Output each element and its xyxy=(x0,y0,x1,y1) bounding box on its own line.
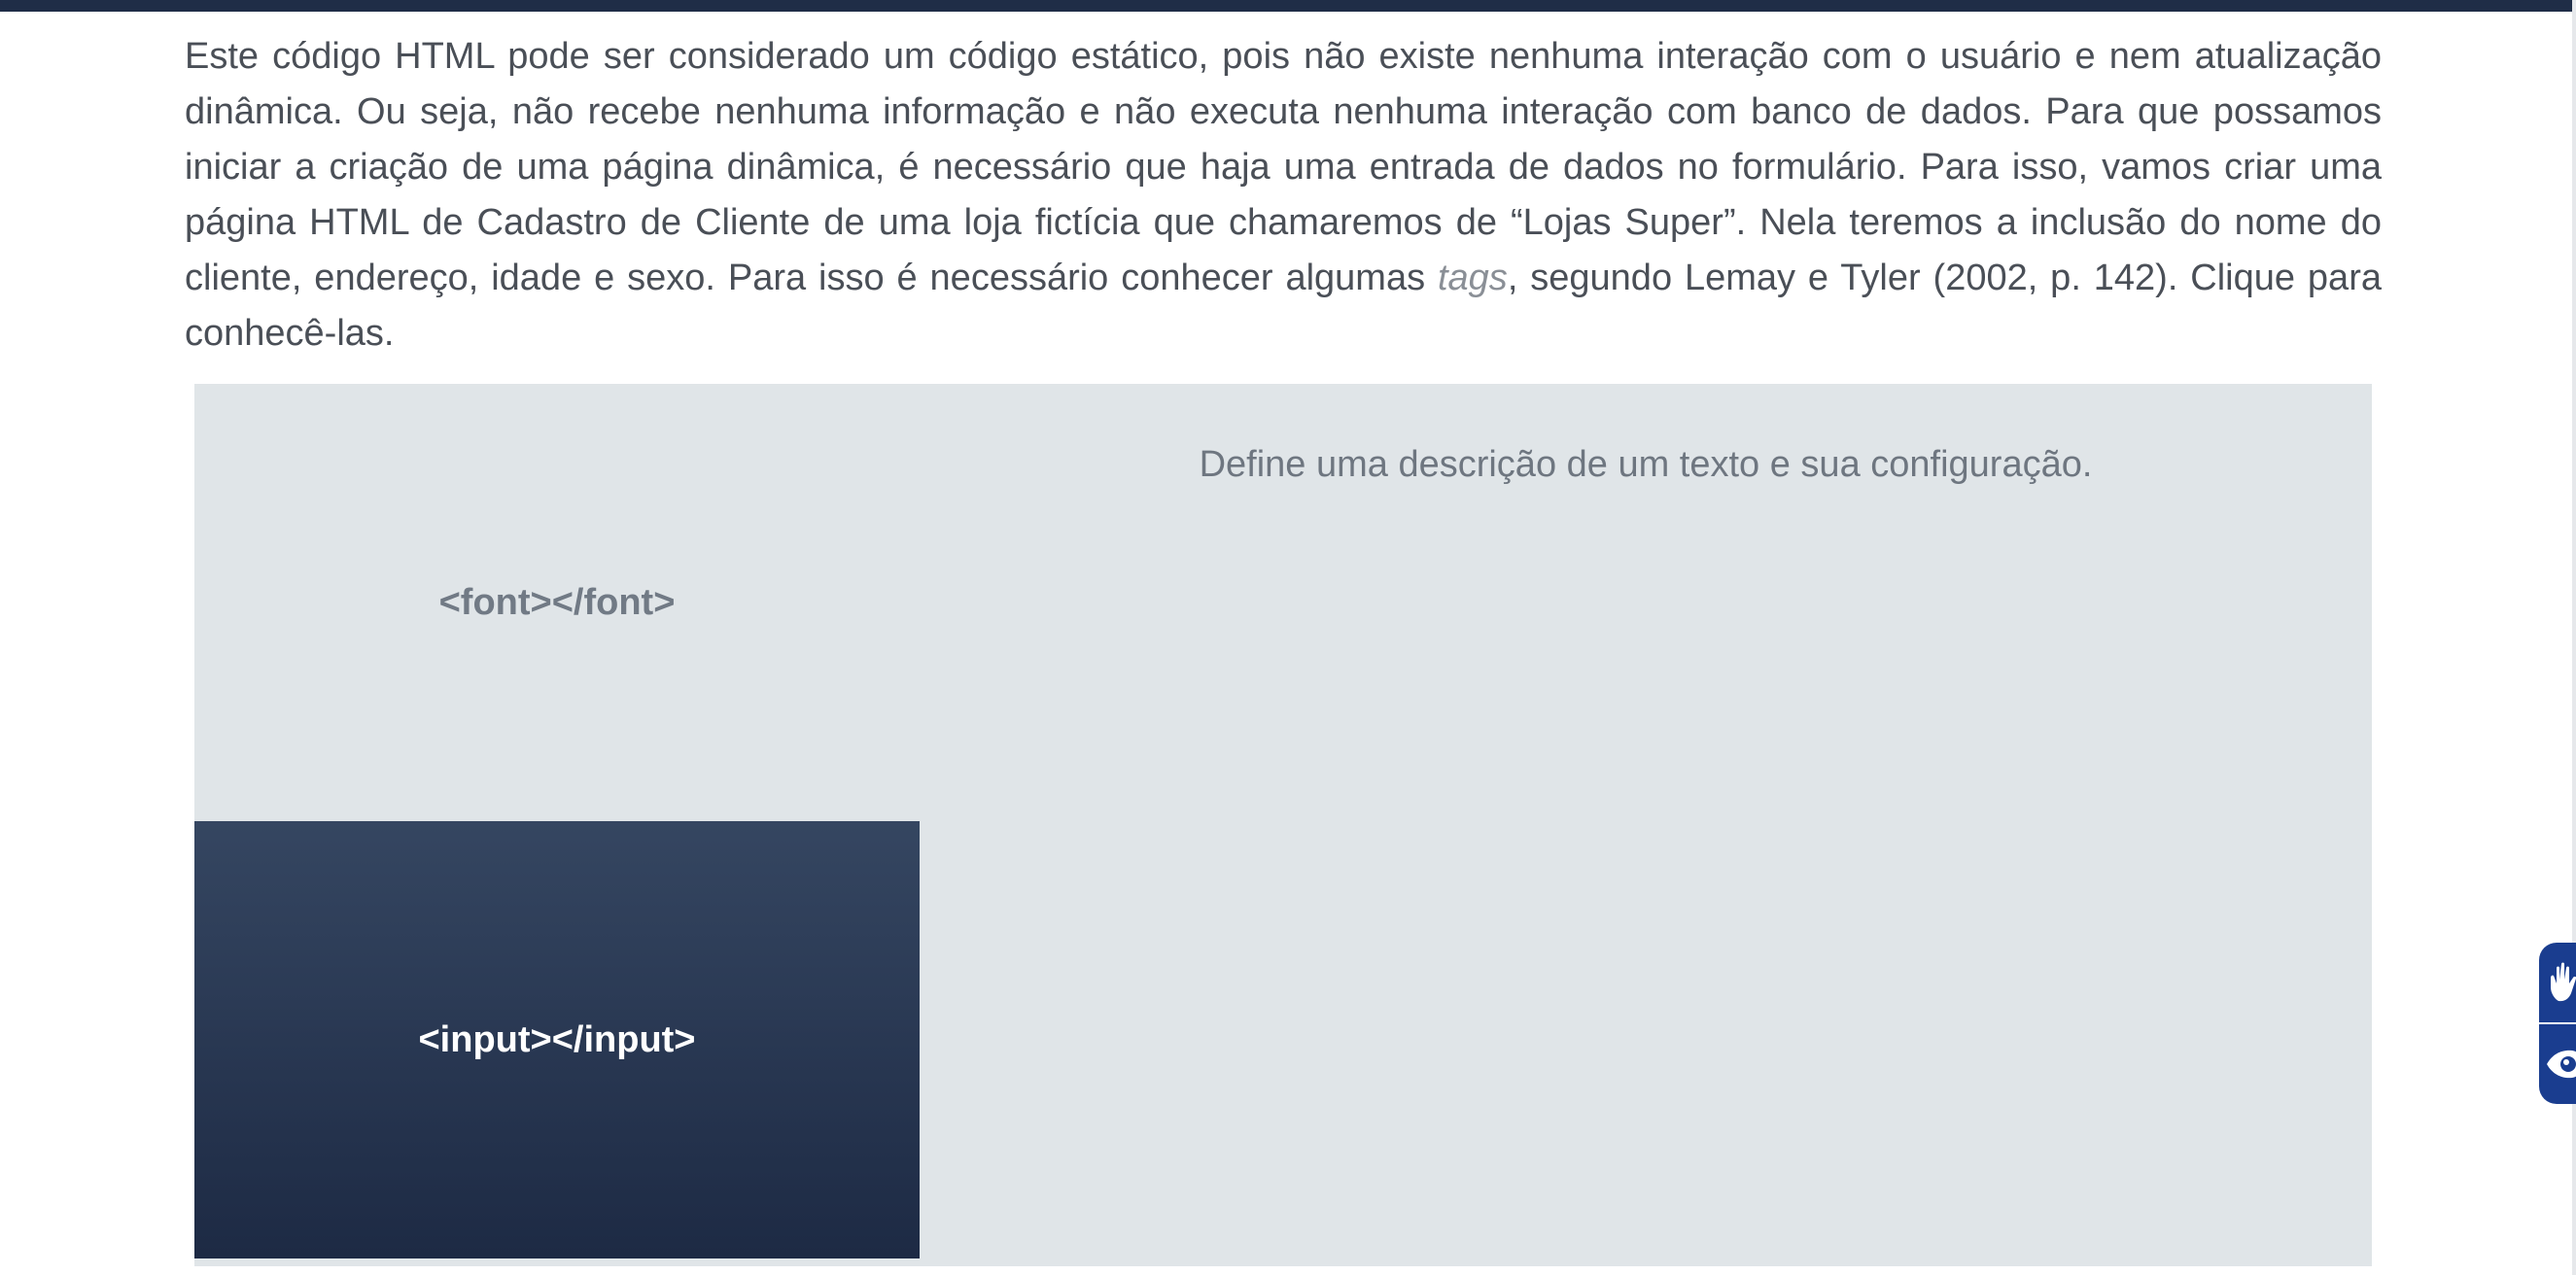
visual-accessibility-button[interactable] xyxy=(2539,1024,2576,1104)
sign-language-button[interactable] xyxy=(2539,943,2576,1022)
tab-input-tag-label: <input></input> xyxy=(418,1018,696,1060)
tab-font-tag[interactable]: <font></font> xyxy=(194,384,920,821)
intro-paragraph: Este código HTML pode ser considerado um… xyxy=(185,29,2382,362)
paragraph-italic-term: tags xyxy=(1437,258,1508,298)
tags-tab-panel: <font></font> <input></input> Define uma… xyxy=(194,384,2372,1266)
eye-icon xyxy=(2547,1050,2576,1079)
accessibility-widget xyxy=(2539,943,2576,1104)
tab-font-tag-label: <font></font> xyxy=(438,581,676,623)
tab-content-description: Define uma descrição de um texto e sua c… xyxy=(1199,444,2093,485)
tab-input-tag[interactable]: <input></input> xyxy=(194,821,920,1258)
top-bar xyxy=(0,0,2576,12)
hand-sign-language-icon xyxy=(2551,962,2576,1002)
